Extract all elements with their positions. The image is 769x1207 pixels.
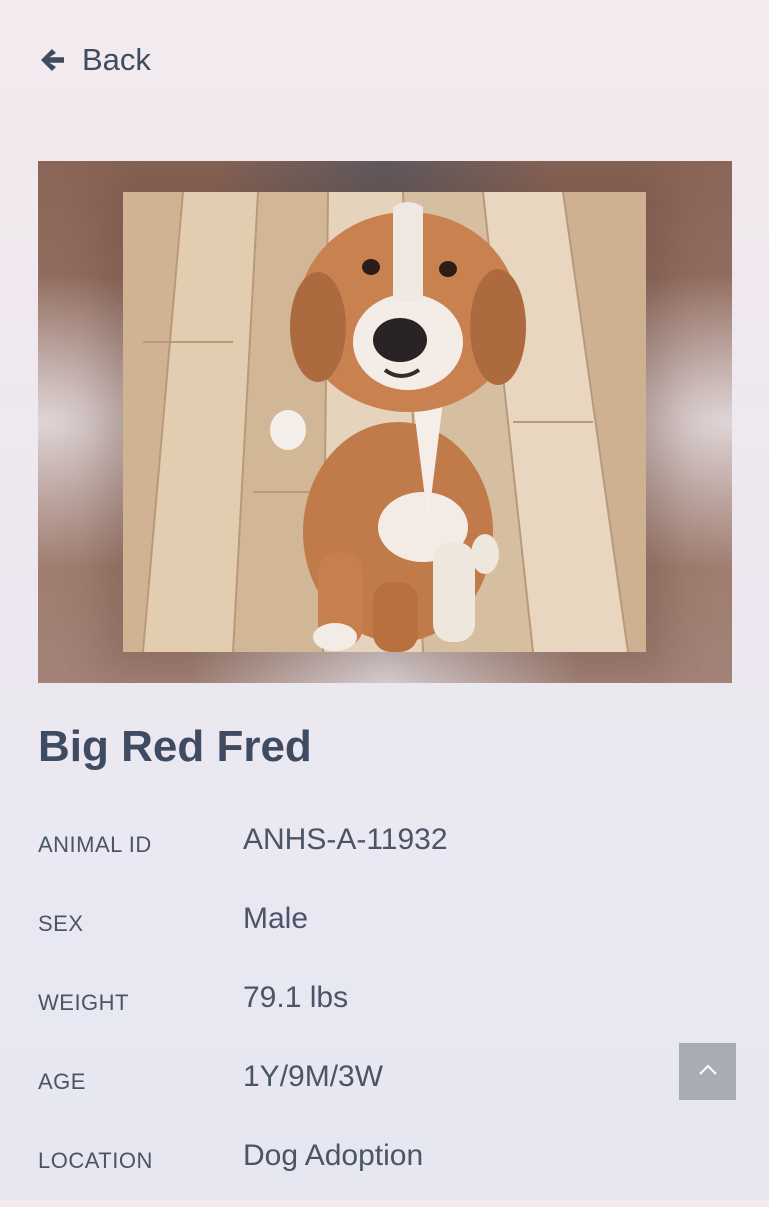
chevron-up-icon (698, 1063, 718, 1081)
scroll-to-top-button[interactable] (679, 1043, 736, 1100)
detail-label: LOCATION (38, 1148, 153, 1173)
detail-value: Dog Adoption (243, 1139, 424, 1172)
detail-value: 79.1 lbs (243, 981, 349, 1014)
arrow-left-icon (38, 46, 66, 74)
detail-label: WEIGHT (38, 990, 129, 1015)
detail-value: ANHS-A-11932 (243, 823, 448, 856)
detail-row-location: LOCATION Dog Adoption (38, 1128, 738, 1207)
back-button[interactable]: Back (38, 40, 151, 80)
detail-value: Male (243, 902, 309, 935)
detail-label: SEX (38, 911, 84, 936)
pet-photo-frame (38, 161, 732, 683)
detail-row-sex: SEX Male (38, 891, 738, 970)
detail-label: ANIMAL ID (38, 832, 152, 857)
detail-value: 1Y/9M/3W (243, 1060, 384, 1093)
detail-row-weight: WEIGHT 79.1 lbs (38, 970, 738, 1049)
dog-photo (123, 192, 646, 652)
pet-details-list: ANIMAL ID ANHS-A-11932 SEX Male WEIGHT 7… (38, 812, 738, 1207)
detail-row-age: AGE 1Y/9M/3W (38, 1049, 738, 1128)
pet-name: Big Red Fred (38, 722, 312, 771)
detail-row-animal-id: ANIMAL ID ANHS-A-11932 (38, 812, 738, 891)
back-label: Back (82, 42, 151, 77)
detail-label: AGE (38, 1069, 86, 1094)
